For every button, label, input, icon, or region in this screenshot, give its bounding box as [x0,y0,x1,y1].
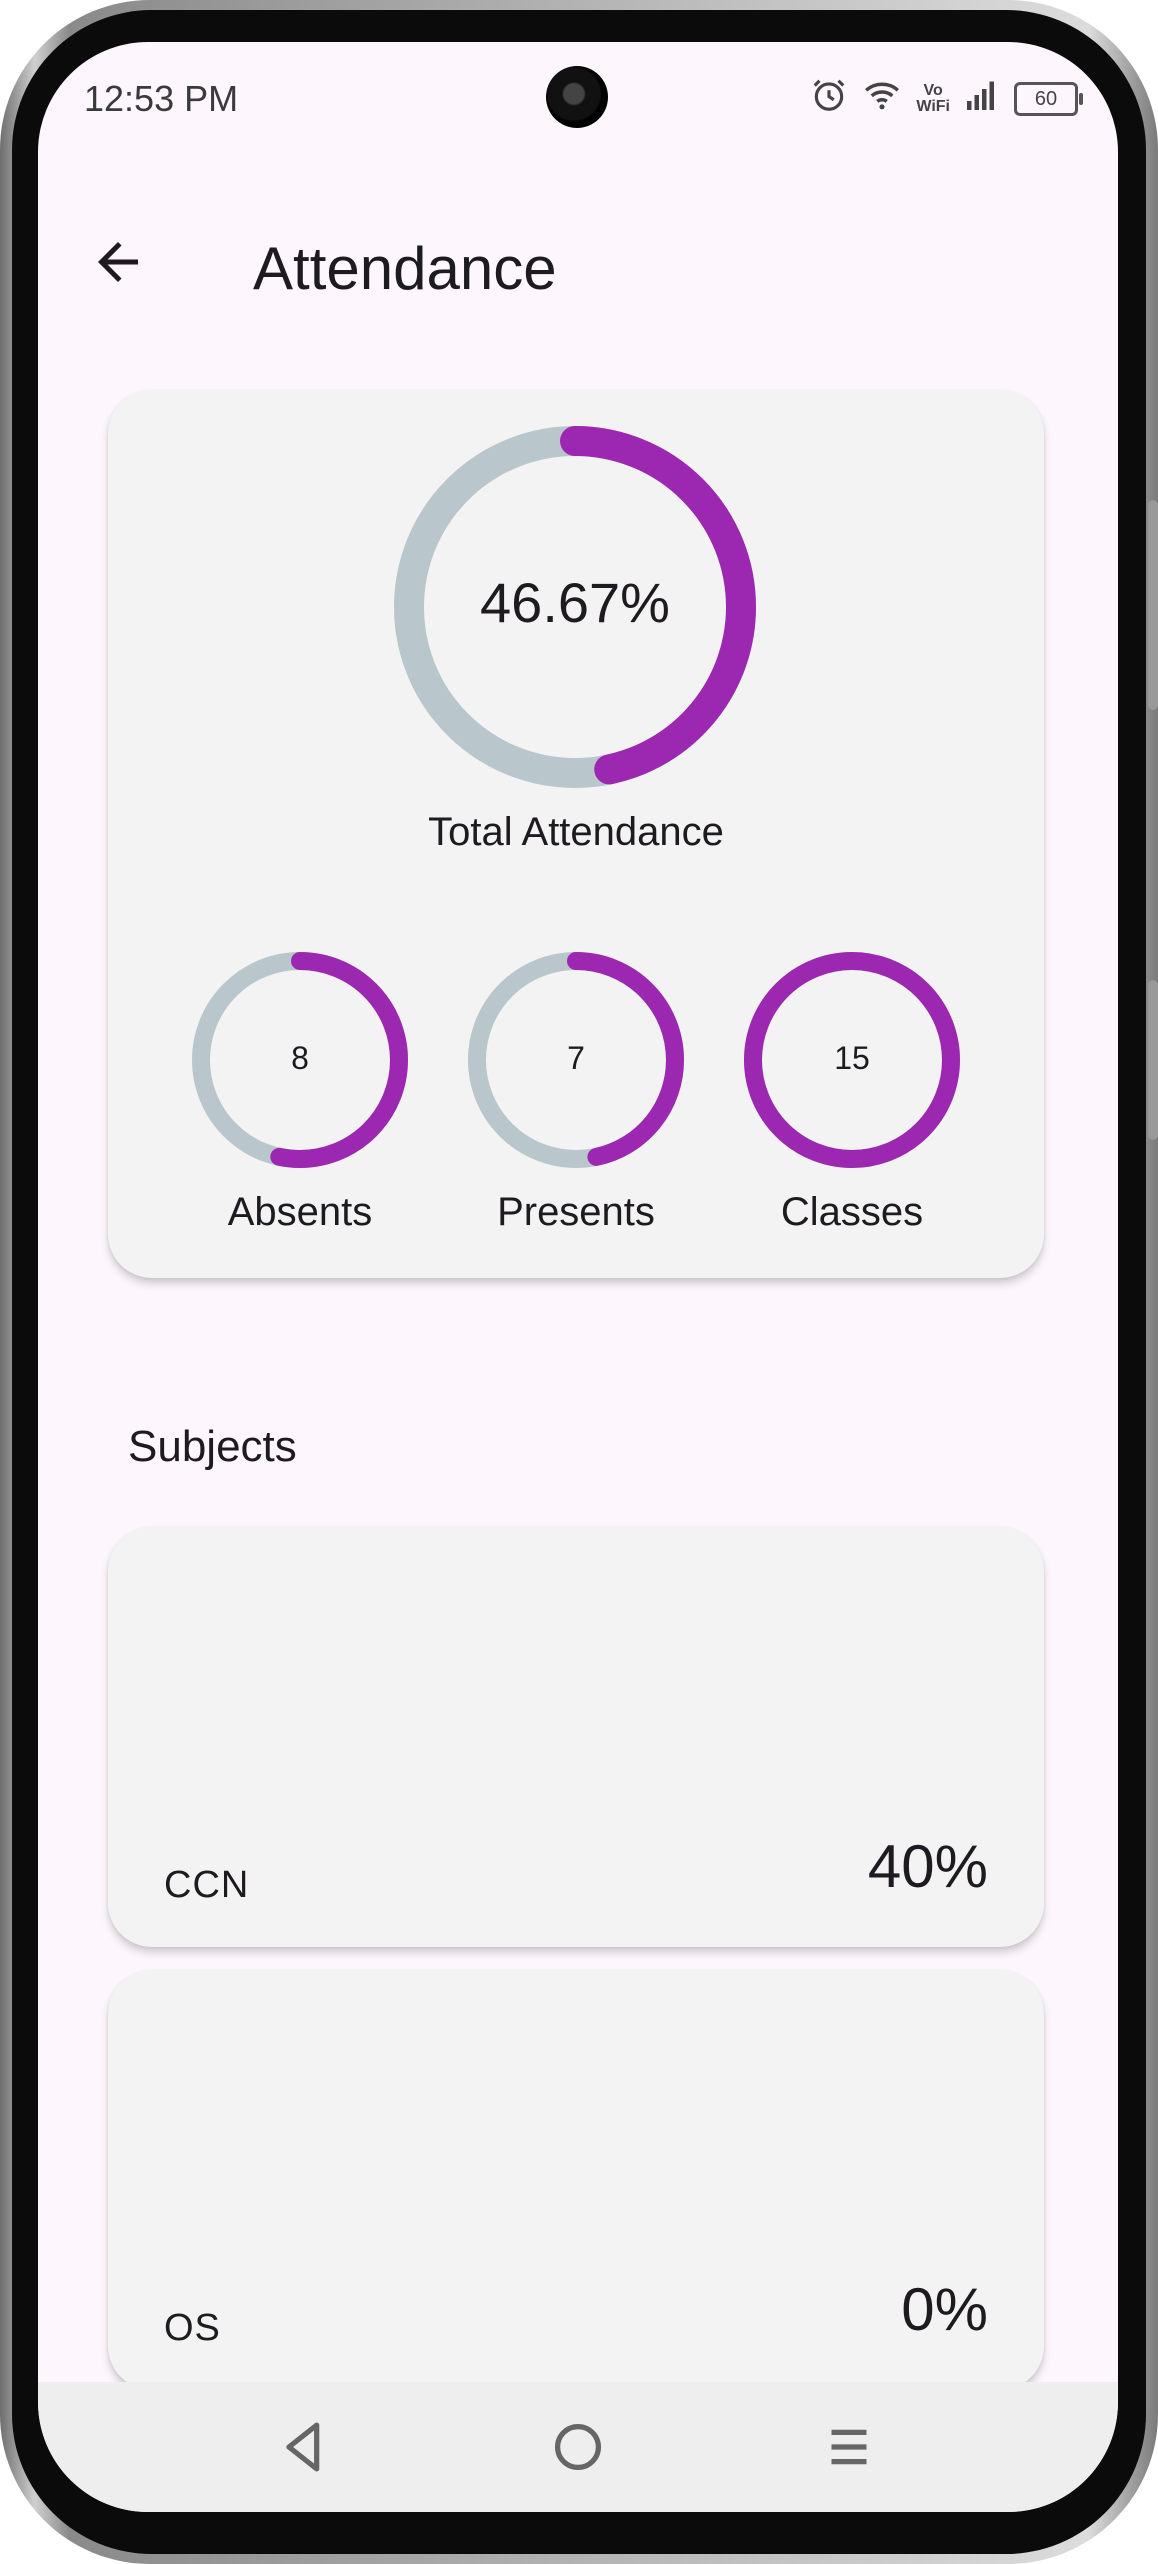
total-attendance-value: 46.67% [480,571,670,634]
absents-label: Absents [227,1190,373,1234]
wifi-icon [862,76,902,121]
attendance-summary-card: 46.67% Total Attendance 8 Absents 7 Pres… [108,390,1044,1278]
status-icons: Vo WiFi 60 [810,76,1083,121]
nav-back-button[interactable] [270,2412,340,2482]
classes-label: Classes [780,1190,924,1234]
back-button[interactable] [88,232,148,292]
front-camera [546,66,608,128]
nav-menu-button[interactable] [814,2412,884,2482]
total-attendance-label: Total Attendance [428,810,724,854]
vowifi-icon: Vo WiFi [916,81,950,115]
presents-label: Presents [497,1190,655,1234]
status-bar: 12:53 PM Vo WiFi 60 [38,42,1118,152]
volume-button [1148,500,1158,710]
system-nav-bar [38,2382,1118,2512]
classes-value: 15 [834,1040,870,1076]
presents-value: 7 [567,1040,585,1076]
battery-icon: 60 [1014,81,1083,116]
subject-name: CCN [164,1864,250,1906]
alarm-icon [810,76,848,121]
power-button [1148,980,1158,1140]
signal-icon [964,77,1000,120]
nav-home-button[interactable] [543,2412,613,2482]
subject-card-os[interactable]: OS 0% [108,1970,1044,2390]
nav-back-icon [286,2422,320,2472]
screen: 12:53 PM Vo WiFi 60 Attendance 46.67% To… [38,42,1118,2512]
page-title: Attendance [253,235,557,302]
nav-home-icon [554,2423,602,2471]
arrow-back-icon [98,242,138,282]
subject-card-ccn[interactable]: CCN 40% [108,1527,1044,1947]
subject-percent: 0% [901,2276,988,2343]
subjects-heading: Subjects [128,1422,297,1471]
status-time: 12:53 PM [84,78,239,119]
absents-value: 8 [291,1040,309,1076]
app-bar: Attendance [38,192,1118,322]
subject-percent: 40% [867,1833,988,1900]
subject-name: OS [164,2307,221,2349]
nav-menu-icon [831,2429,867,2465]
